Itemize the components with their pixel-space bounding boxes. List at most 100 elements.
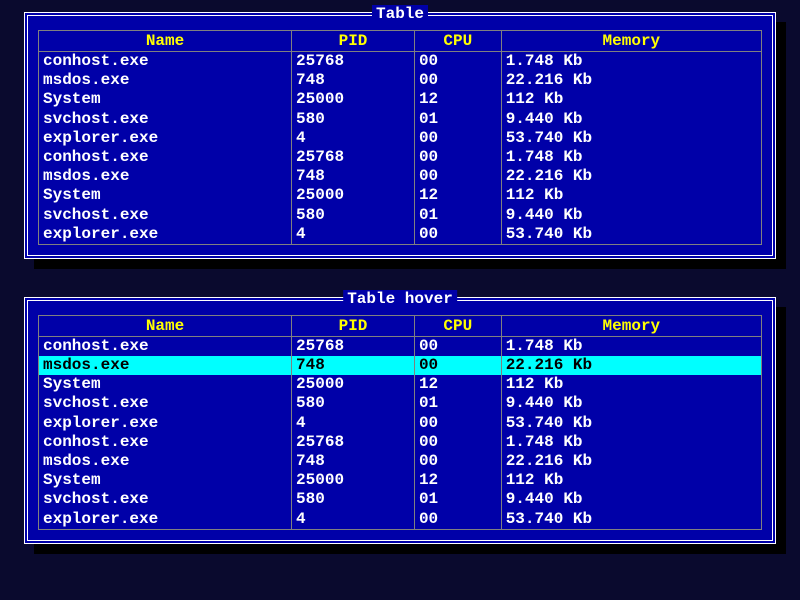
cell-pid: 25000: [292, 90, 415, 109]
cell-memory: 9.440 Kb: [501, 490, 761, 509]
table-row[interactable]: conhost.exe25768001.748 Kb: [39, 52, 762, 72]
cell-name: svchost.exe: [39, 206, 292, 225]
cell-pid: 748: [292, 452, 415, 471]
cell-name: msdos.exe: [39, 452, 292, 471]
cell-pid: 4: [292, 225, 415, 245]
cell-name: System: [39, 471, 292, 490]
cell-name: msdos.exe: [39, 356, 292, 375]
column-header[interactable]: Name: [39, 315, 292, 336]
cell-pid: 580: [292, 394, 415, 413]
column-header[interactable]: CPU: [414, 31, 501, 52]
table-row[interactable]: conhost.exe25768001.748 Kb: [39, 433, 762, 452]
cell-memory: 9.440 Kb: [501, 110, 761, 129]
cell-name: System: [39, 90, 292, 109]
cell-memory: 1.748 Kb: [501, 336, 761, 356]
table-row[interactable]: conhost.exe25768001.748 Kb: [39, 336, 762, 356]
cell-memory: 112 Kb: [501, 186, 761, 205]
cell-memory: 22.216 Kb: [501, 71, 761, 90]
cell-cpu: 01: [414, 110, 501, 129]
cell-name: svchost.exe: [39, 110, 292, 129]
cell-pid: 748: [292, 356, 415, 375]
column-header[interactable]: PID: [292, 31, 415, 52]
cell-pid: 4: [292, 414, 415, 433]
cell-cpu: 01: [414, 490, 501, 509]
table-row[interactable]: explorer.exe40053.740 Kb: [39, 510, 762, 530]
column-header[interactable]: Memory: [501, 315, 761, 336]
cell-pid: 25768: [292, 336, 415, 356]
table-row[interactable]: System2500012112 Kb: [39, 90, 762, 109]
cell-memory: 112 Kb: [501, 90, 761, 109]
panel: Table hoverNamePIDCPUMemoryconhost.exe25…: [24, 297, 776, 544]
table-header-row: NamePIDCPUMemory: [39, 315, 762, 336]
cell-memory: 22.216 Kb: [501, 356, 761, 375]
table-row[interactable]: explorer.exe40053.740 Kb: [39, 225, 762, 245]
cell-pid: 25768: [292, 52, 415, 72]
process-table: NamePIDCPUMemoryconhost.exe25768001.748 …: [38, 315, 762, 530]
cell-pid: 25768: [292, 148, 415, 167]
cell-memory: 53.740 Kb: [501, 225, 761, 245]
cell-memory: 53.740 Kb: [501, 129, 761, 148]
cell-cpu: 00: [414, 129, 501, 148]
table-row[interactable]: msdos.exe7480022.216 Kb: [39, 71, 762, 90]
cell-pid: 748: [292, 167, 415, 186]
table-row[interactable]: System2500012112 Kb: [39, 471, 762, 490]
cell-name: conhost.exe: [39, 433, 292, 452]
panel: TableNamePIDCPUMemoryconhost.exe25768001…: [24, 12, 776, 259]
cell-cpu: 00: [414, 52, 501, 72]
table-row[interactable]: explorer.exe40053.740 Kb: [39, 129, 762, 148]
cell-name: System: [39, 375, 292, 394]
table-row[interactable]: msdos.exe7480022.216 Kb: [39, 356, 762, 375]
cell-memory: 9.440 Kb: [501, 206, 761, 225]
cell-pid: 25000: [292, 375, 415, 394]
cell-name: explorer.exe: [39, 414, 292, 433]
cell-name: explorer.exe: [39, 510, 292, 530]
cell-name: System: [39, 186, 292, 205]
table-row[interactable]: msdos.exe7480022.216 Kb: [39, 167, 762, 186]
column-header[interactable]: CPU: [414, 315, 501, 336]
cell-pid: 580: [292, 206, 415, 225]
cell-memory: 22.216 Kb: [501, 452, 761, 471]
column-header[interactable]: PID: [292, 315, 415, 336]
cell-cpu: 00: [414, 433, 501, 452]
cell-pid: 4: [292, 510, 415, 530]
cell-memory: 112 Kb: [501, 375, 761, 394]
cell-memory: 53.740 Kb: [501, 414, 761, 433]
cell-name: conhost.exe: [39, 52, 292, 72]
cell-name: explorer.exe: [39, 129, 292, 148]
table-row[interactable]: svchost.exe580019.440 Kb: [39, 206, 762, 225]
cell-cpu: 12: [414, 471, 501, 490]
cell-cpu: 01: [414, 206, 501, 225]
table-row[interactable]: conhost.exe25768001.748 Kb: [39, 148, 762, 167]
cell-cpu: 12: [414, 375, 501, 394]
cell-pid: 25000: [292, 186, 415, 205]
cell-cpu: 00: [414, 71, 501, 90]
cell-pid: 580: [292, 490, 415, 509]
table-row[interactable]: svchost.exe580019.440 Kb: [39, 394, 762, 413]
cell-name: svchost.exe: [39, 394, 292, 413]
table-row[interactable]: System2500012112 Kb: [39, 186, 762, 205]
cell-cpu: 01: [414, 394, 501, 413]
table-row[interactable]: explorer.exe40053.740 Kb: [39, 414, 762, 433]
table-row[interactable]: svchost.exe580019.440 Kb: [39, 110, 762, 129]
cell-memory: 1.748 Kb: [501, 52, 761, 72]
cell-cpu: 12: [414, 186, 501, 205]
cell-pid: 4: [292, 129, 415, 148]
panel-title: Table hover: [343, 290, 457, 308]
cell-memory: 53.740 Kb: [501, 510, 761, 530]
cell-cpu: 00: [414, 148, 501, 167]
column-header[interactable]: Name: [39, 31, 292, 52]
panel-title: Table: [372, 5, 428, 23]
column-header[interactable]: Memory: [501, 31, 761, 52]
cell-memory: 22.216 Kb: [501, 167, 761, 186]
cell-pid: 25000: [292, 471, 415, 490]
cell-cpu: 00: [414, 225, 501, 245]
process-table: NamePIDCPUMemoryconhost.exe25768001.748 …: [38, 30, 762, 245]
table-row[interactable]: svchost.exe580019.440 Kb: [39, 490, 762, 509]
cell-memory: 1.748 Kb: [501, 148, 761, 167]
table-row[interactable]: System2500012112 Kb: [39, 375, 762, 394]
cell-memory: 9.440 Kb: [501, 394, 761, 413]
cell-name: svchost.exe: [39, 490, 292, 509]
cell-pid: 748: [292, 71, 415, 90]
panel-wrap: TableNamePIDCPUMemoryconhost.exe25768001…: [24, 12, 776, 259]
table-row[interactable]: msdos.exe7480022.216 Kb: [39, 452, 762, 471]
